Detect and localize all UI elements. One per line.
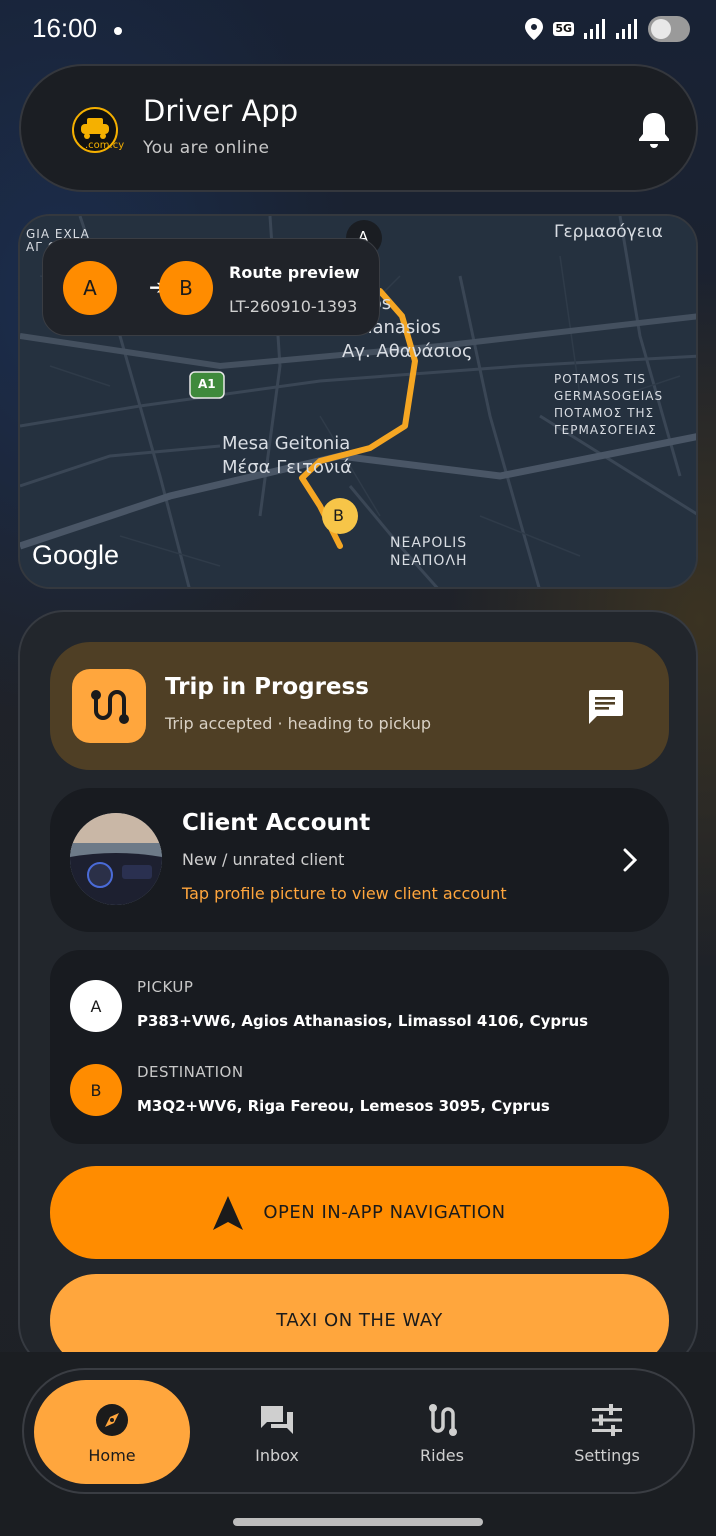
location-icon xyxy=(525,18,544,40)
map-label-mesa-geitonia: Mesa Geitonia Μέσα Γειτονιά xyxy=(222,433,352,478)
google-logo: Google xyxy=(32,540,120,570)
network-badge: 5G xyxy=(553,22,574,36)
client-avatar[interactable] xyxy=(70,813,162,905)
road-badge-a1: A1 xyxy=(198,377,216,391)
route-icon xyxy=(429,1404,457,1436)
status-icons: 5G xyxy=(525,16,690,42)
route-id: LT-260910-1393 xyxy=(229,297,358,316)
nav-inbox[interactable]: Inbox xyxy=(199,1380,355,1484)
online-status: You are online xyxy=(143,138,270,158)
nav-settings-label: Settings xyxy=(574,1446,640,1465)
destination-address: M3Q2+WV6, Riga Fereou, Lemesos 3095, Cyp… xyxy=(137,1097,550,1115)
nav-rides-label: Rides xyxy=(420,1446,464,1465)
app-logo-icon xyxy=(72,107,118,153)
trip-title: Trip in Progress xyxy=(165,674,369,700)
logo-text: .com.cy xyxy=(85,140,125,151)
client-rating: New / unrated client xyxy=(182,850,345,869)
app-title: Driver App xyxy=(143,94,299,128)
destination-label: DESTINATION xyxy=(137,1063,244,1081)
trip-subtitle: Trip accepted · heading to pickup xyxy=(165,714,432,733)
signal-icon xyxy=(584,19,605,39)
sliders-icon xyxy=(592,1404,622,1436)
chat-icon xyxy=(261,1406,293,1434)
destination-marker: B xyxy=(70,1064,122,1116)
nav-rides[interactable]: Rides xyxy=(364,1380,520,1484)
route-preview-card[interactable]: A ➔ B Route preview LT-260910-1393 xyxy=(42,238,380,336)
nav-inbox-label: Inbox xyxy=(255,1446,299,1465)
client-account-hint[interactable]: Tap profile picture to view client accou… xyxy=(182,884,507,903)
navigation-arrow-icon xyxy=(213,1195,244,1230)
taxi-on-the-way-label: TAXI ON THE WAY xyxy=(276,1310,443,1331)
open-navigation-label: OPEN IN-APP NAVIGATION xyxy=(263,1202,506,1223)
client-account-card[interactable]: Client Account New / unrated client Tap … xyxy=(50,788,669,932)
status-bar: 16:00 5G xyxy=(0,0,716,60)
battery-toggle-icon xyxy=(648,16,690,42)
map-label-neapolis: NEAPOLIS ΝΕΑΠΟΛΗ xyxy=(390,535,468,569)
notification-dot xyxy=(114,27,122,35)
nav-home[interactable]: Home xyxy=(34,1380,190,1484)
pickup-address: P383+VW6, Agios Athanasios, Limassol 410… xyxy=(137,1012,589,1030)
pickup-label: PICKUP xyxy=(137,978,194,996)
map-label-germasogeia: Γερμασόγεια xyxy=(554,222,663,242)
client-title: Client Account xyxy=(182,810,371,836)
route-end-marker: B xyxy=(159,261,213,315)
signal-icon-2 xyxy=(616,19,637,39)
map-label-potamos: POTAMOS TIS GERMASOGEIAS ΠΟΤΑΜΟΣ ΤΗΣ ΓΕΡ… xyxy=(554,372,664,437)
trip-panel: Trip in Progress Trip accepted · heading… xyxy=(18,610,698,1370)
app-header: .com.cy Driver App You are online xyxy=(19,64,698,192)
bell-icon[interactable] xyxy=(636,110,672,150)
pickup-marker: A xyxy=(70,980,122,1032)
route-preview-title: Route preview xyxy=(229,263,360,282)
status-time: 16:00 xyxy=(32,13,98,43)
chevron-right-icon[interactable] xyxy=(621,846,641,874)
route-map[interactable]: GIA EXLA ΑΓ ΟΥΛΑ Γερμασόγεια Agios Athan… xyxy=(18,214,698,589)
map-pin-b[interactable]: B xyxy=(333,506,344,525)
open-navigation-button[interactable]: OPEN IN-APP NAVIGATION xyxy=(50,1166,669,1259)
message-icon[interactable] xyxy=(585,686,625,726)
trip-status-card: Trip in Progress Trip accepted · heading… xyxy=(50,642,669,770)
bottom-navigation: Home Inbox Rides Settings xyxy=(22,1368,695,1494)
nav-home-label: Home xyxy=(88,1446,136,1465)
home-indicator[interactable] xyxy=(233,1518,483,1526)
address-card: A PICKUP P383+VW6, Agios Athanasios, Lim… xyxy=(50,950,669,1144)
compass-icon xyxy=(96,1404,128,1436)
nav-settings[interactable]: Settings xyxy=(529,1380,685,1484)
route-icon xyxy=(72,669,146,743)
route-start-marker: A xyxy=(63,261,117,315)
